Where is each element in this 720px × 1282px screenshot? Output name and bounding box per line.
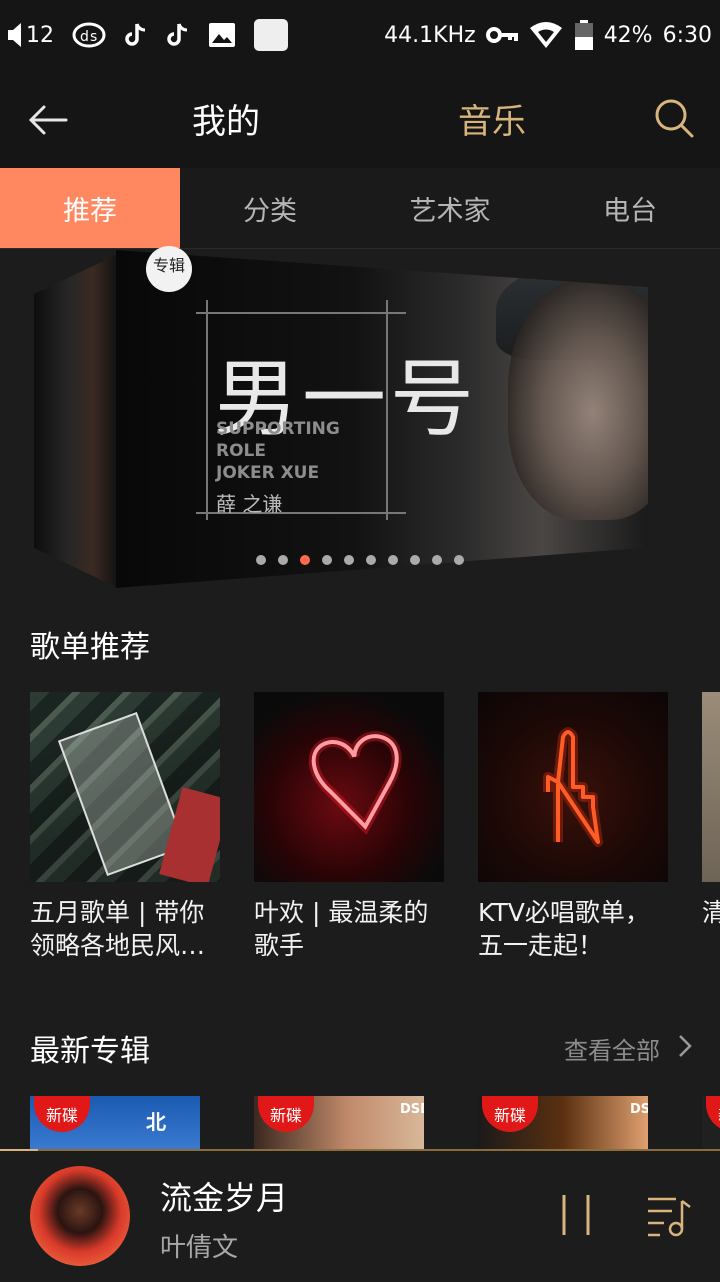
clock: 6:30 (662, 22, 712, 48)
app-notification-icon: d s (72, 22, 106, 48)
tiktok-icon (125, 23, 146, 46)
now-playing-title: 流金岁月 (160, 1179, 289, 1217)
album-card[interactable]: 新碟 北 (30, 1096, 200, 1150)
album-card[interactable]: 新碟 DSD (254, 1096, 424, 1150)
playlist-section-title: 歌单推荐 (30, 630, 150, 665)
new-albums-section-title: 最新专辑 (30, 1034, 150, 1069)
new-albums-row: 新碟 北 新碟 DSD 新碟 DSD 新碟 (30, 1096, 720, 1150)
search-icon[interactable] (652, 96, 696, 140)
top-nav: 我的 音乐 (0, 70, 720, 168)
banner-slide[interactable]: 男一号 SUPPORTING ROLE JOKER XUE 薛 之谦 (116, 250, 648, 588)
banner-album-subtitle: SUPPORTING ROLE JOKER XUE (216, 419, 340, 483)
chevron-right-icon[interactable] (674, 1033, 696, 1059)
banner-photo-face (508, 280, 648, 520)
new-album-tag: 新碟 (706, 1096, 720, 1132)
carousel-dot[interactable] (322, 555, 332, 565)
nav-tab-mine[interactable]: 我的 (192, 94, 260, 143)
nav-tab-music[interactable]: 音乐 (458, 94, 526, 143)
playlist-title: KTV必唱歌单，五一走起！ (478, 898, 650, 960)
svg-text:d: d (80, 29, 89, 45)
banner-previous-slide[interactable] (34, 254, 118, 588)
playlist-title: 五月歌单 | 带你领略各地民风… (30, 898, 206, 960)
new-album-tag: 新碟 (34, 1096, 90, 1132)
playlist-title: 清意 (702, 898, 720, 927)
carousel-dot[interactable] (388, 555, 398, 565)
playlist-card[interactable]: 五月歌单 | 带你领略各地民风… (30, 692, 220, 962)
battery-icon (574, 20, 593, 50)
playlist-cover (478, 692, 668, 882)
playlist-card[interactable]: KTV必唱歌单，五一走起！ (478, 692, 668, 962)
neon-heart-icon (308, 731, 402, 835)
volume-level: 12 (26, 22, 54, 48)
carousel-dot[interactable] (278, 555, 288, 565)
playlist-card[interactable]: 清意 (702, 692, 720, 929)
sample-rate: 44.1KHz (384, 22, 476, 48)
playlist-title: 叶欢 | 最温柔的歌手 (254, 898, 429, 960)
carousel-dot[interactable] (410, 555, 420, 565)
playlist-cover (702, 692, 720, 882)
carousel-dot[interactable] (344, 555, 354, 565)
pause-icon[interactable] (556, 1193, 596, 1237)
playlist-cover (254, 692, 444, 882)
playlist-queue-icon[interactable] (646, 1193, 692, 1237)
album-badge: 专辑 (146, 246, 192, 292)
playlist-card[interactable]: 叶欢 | 最温柔的歌手 (254, 692, 444, 962)
tiktok-icon-2 (167, 23, 188, 46)
playlist-row: 五月歌单 | 带你领略各地民风… 叶欢 | 最温柔的歌手 KTV必唱歌单，五一走… (30, 692, 720, 972)
album-card[interactable]: 新碟 DSD (478, 1096, 648, 1150)
carousel-dot[interactable] (256, 555, 266, 565)
mini-player[interactable]: 流金岁月 叶倩文 (0, 1149, 720, 1282)
now-playing-cover[interactable] (30, 1166, 130, 1266)
album-cover-text: 北 (146, 1110, 166, 1134)
key-icon (485, 27, 518, 43)
speaker-icon (8, 23, 21, 47)
image-icon (209, 23, 235, 47)
new-album-tag: 新碟 (258, 1096, 314, 1132)
banner-album-artist: 薛 之谦 (216, 492, 283, 516)
back-arrow-icon[interactable] (26, 98, 70, 142)
svg-text:s: s (90, 29, 97, 45)
tab-recommend[interactable]: 推荐 (0, 168, 180, 248)
view-all-link[interactable]: 查看全部 (564, 1031, 660, 1066)
tab-artist[interactable]: 艺术家 (360, 168, 540, 248)
carousel-dot[interactable] (432, 555, 442, 565)
new-album-tag: 新碟 (482, 1096, 538, 1132)
playback-progress (0, 1149, 38, 1151)
app-notification-box (254, 19, 288, 51)
frame-line-left (206, 300, 208, 520)
carousel-dots (256, 555, 464, 565)
neon-hand-icon (543, 727, 603, 847)
tab-radio[interactable]: 电台 (540, 168, 720, 248)
album-cover-text: DSD (400, 1102, 424, 1117)
playlist-cover (30, 692, 220, 882)
battery-level: 42% (603, 22, 653, 48)
album-card[interactable]: 新碟 (702, 1096, 720, 1150)
carousel-dot-active[interactable] (300, 555, 310, 565)
carousel-dot[interactable] (366, 555, 376, 565)
frame-line-top (196, 312, 406, 314)
volume-indicator: 12 (6, 21, 54, 49)
now-playing-artist: 叶倩文 (160, 1233, 239, 1263)
status-bar: 12 d s 44.1KHz 42% 6:30 (0, 0, 720, 70)
wifi-icon (529, 22, 562, 48)
carousel-dot[interactable] (454, 555, 464, 565)
album-cover-text: DSD (630, 1102, 648, 1117)
category-tabs: 推荐 分类 艺术家 电台 (0, 168, 720, 249)
tab-category[interactable]: 分类 (180, 168, 360, 248)
